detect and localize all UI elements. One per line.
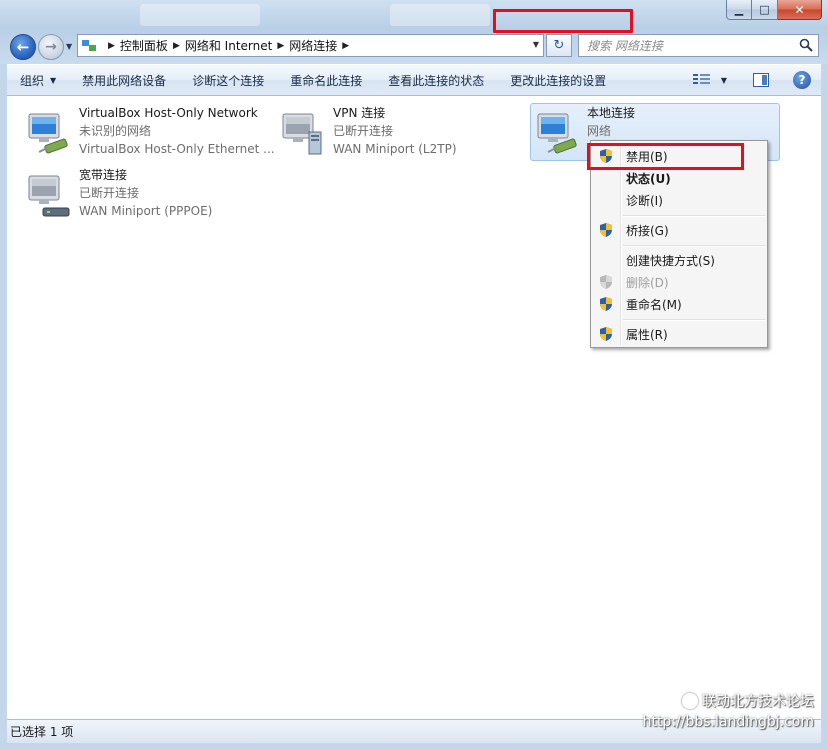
search-placeholder: 搜索 网络连接 xyxy=(587,39,663,53)
view-options-icon[interactable] xyxy=(692,73,711,87)
connection-item-virtualbox[interactable]: VirtualBox Host-Only Network 未识别的网络 Virt… xyxy=(25,104,275,162)
watermark: 联动北方技术论坛 http://bbs.landingbj.com xyxy=(643,692,814,732)
network-adapter-icon xyxy=(537,113,577,154)
window-border xyxy=(0,64,7,750)
help-icon[interactable]: ? xyxy=(793,71,811,89)
connection-status: 网络 xyxy=(587,124,612,138)
organize-menu[interactable]: 组织 ▼ xyxy=(7,65,69,95)
forward-button[interactable]: → xyxy=(38,34,64,60)
menu-item-properties[interactable]: 属性(R) xyxy=(593,323,765,345)
breadcrumb-network-internet[interactable]: 网络和 Internet xyxy=(185,37,272,54)
forum-logo-icon xyxy=(682,693,698,709)
menu-separator xyxy=(623,319,765,321)
status-text: 已选择 1 项 xyxy=(10,725,74,739)
uac-shield-icon xyxy=(600,297,612,311)
menu-label: 属性(R) xyxy=(626,327,668,342)
connection-name: VPN 连接 xyxy=(333,106,386,120)
uac-shield-icon xyxy=(600,275,612,289)
arrow-right-icon: → xyxy=(45,39,57,55)
breadcrumb-control-panel[interactable]: 控制面板 xyxy=(120,37,168,54)
connection-device: VirtualBox Host-Only Ethernet ... xyxy=(79,142,275,156)
context-menu: 禁用(B) 状态(U) 诊断(I) 桥接(G) 创建快捷方式(S) 删除(D) … xyxy=(590,140,768,348)
diagnose-button[interactable]: 诊断这个连接 xyxy=(179,65,277,95)
uac-shield-icon xyxy=(600,223,612,237)
address-bar[interactable]: ▶ 控制面板 ▶ 网络和 Internet ▶ 网络连接 ▶ ▼ xyxy=(77,34,544,57)
menu-label: 删除(D) xyxy=(626,275,669,290)
menu-label: 重命名(M) xyxy=(626,297,682,312)
arrow-left-icon: ← xyxy=(16,37,30,56)
control-panel-icon xyxy=(81,38,99,54)
chevron-right-icon[interactable]: ▶ xyxy=(277,41,284,51)
menu-separator xyxy=(623,245,765,247)
menu-separator xyxy=(623,215,765,217)
menu-item-diagnose[interactable]: 诊断(I) xyxy=(593,189,765,211)
watermark-url: http://bbs.landingbj.com xyxy=(642,714,814,730)
menu-item-bridge[interactable]: 桥接(G) xyxy=(593,219,765,241)
address-dropdown[interactable]: ▼ xyxy=(533,40,539,49)
maximize-button[interactable]: □ xyxy=(752,0,778,20)
minimize-button[interactable]: ▁ xyxy=(726,0,752,20)
close-button[interactable]: ✕ xyxy=(778,0,822,20)
rename-button[interactable]: 重命名此连接 xyxy=(277,65,375,95)
menu-label: 诊断(I) xyxy=(626,193,663,208)
disable-device-button[interactable]: 禁用此网络设备 xyxy=(69,65,179,95)
organize-label: 组织 xyxy=(20,73,45,88)
chevron-right-icon[interactable]: ▶ xyxy=(342,41,349,51)
close-icon: ✕ xyxy=(794,2,805,17)
connection-device: WAN Miniport (L2TP) xyxy=(333,142,457,156)
change-settings-button[interactable]: 更改此连接的设置 xyxy=(497,65,619,95)
vpn-connection-icon xyxy=(282,113,322,155)
connection-status: 已断开连接 xyxy=(333,124,394,138)
broadband-connection-icon xyxy=(28,175,70,217)
menu-label: 创建快捷方式(S) xyxy=(626,253,715,268)
menu-label: 桥接(G) xyxy=(626,223,669,238)
menu-item-rename[interactable]: 重命名(M) xyxy=(593,293,765,315)
annotation-highlight-box xyxy=(587,143,744,170)
command-bar: 组织 ▼ 禁用此网络设备 诊断这个连接 重命名此连接 查看此连接的状态 更改此连接… xyxy=(7,64,821,96)
menu-item-status[interactable]: 状态(U) xyxy=(593,167,765,189)
window-border xyxy=(0,743,828,750)
connection-name: VirtualBox Host-Only Network xyxy=(79,106,258,120)
menu-item-create-shortcut[interactable]: 创建快捷方式(S) xyxy=(593,249,765,271)
preview-pane-icon[interactable] xyxy=(753,73,769,87)
connection-status: 未识别的网络 xyxy=(79,124,152,138)
annotation-highlight-box xyxy=(493,9,633,33)
view-status-button[interactable]: 查看此连接的状态 xyxy=(375,65,497,95)
connection-item-vpn[interactable]: VPN 连接 已断开连接 WAN Miniport (L2TP) xyxy=(279,104,489,162)
search-icon[interactable] xyxy=(799,38,813,52)
glass-reflection xyxy=(390,4,490,26)
window-border xyxy=(821,64,828,750)
connection-name: 宽带连接 xyxy=(79,168,128,182)
menu-item-delete: 删除(D) xyxy=(593,271,765,293)
caret-down-icon: ▼ xyxy=(50,75,57,85)
connection-name: 本地连接 xyxy=(587,106,636,120)
breadcrumb-network-connections[interactable]: 网络连接 xyxy=(289,37,337,54)
view-controls: ▼ ? xyxy=(692,65,811,95)
connection-status: 已断开连接 xyxy=(79,186,140,200)
connection-item-broadband[interactable]: 宽带连接 已断开连接 WAN Miniport (PPPOE) xyxy=(25,166,255,224)
uac-shield-icon xyxy=(600,327,612,341)
refresh-button[interactable]: ↻ xyxy=(546,34,572,57)
window-controls: ▁ □ ✕ xyxy=(726,0,822,20)
back-button[interactable]: ← xyxy=(10,34,36,60)
recent-pages-dropdown[interactable]: ▼ xyxy=(66,42,72,51)
connection-device: WAN Miniport (PPPOE) xyxy=(79,204,213,218)
maximize-icon: □ xyxy=(759,3,770,16)
search-input[interactable]: 搜索 网络连接 xyxy=(578,34,819,57)
refresh-icon: ↻ xyxy=(553,38,565,53)
watermark-title: 联动北方技术论坛 xyxy=(702,694,814,710)
chevron-right-icon[interactable]: ▶ xyxy=(108,41,115,51)
view-dropdown-icon[interactable]: ▼ xyxy=(721,76,727,85)
menu-label: 状态(U) xyxy=(626,171,671,186)
network-adapter-icon xyxy=(28,113,68,154)
chevron-right-icon[interactable]: ▶ xyxy=(173,41,180,51)
glass-reflection xyxy=(140,4,260,26)
minimize-icon: ▁ xyxy=(734,3,744,16)
